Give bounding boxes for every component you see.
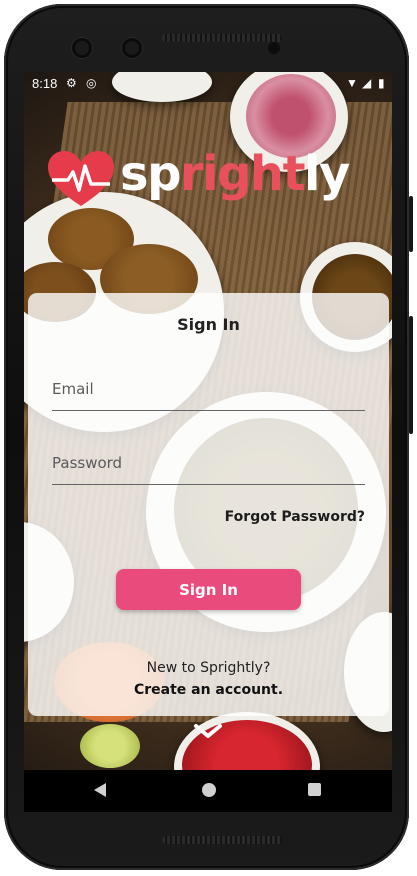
sign-in-card: Sign In Forgot Password? Sign In New to … [28, 293, 389, 716]
email-field [52, 370, 365, 411]
password-input[interactable] [52, 444, 365, 482]
logo-wordmark: sprightly [120, 146, 350, 202]
logo-part-a: sp [120, 146, 181, 202]
back-icon[interactable] [94, 783, 106, 797]
wifi-icon: ▼ [346, 76, 358, 90]
lime [80, 724, 140, 768]
chevron-down-icon[interactable] [192, 722, 224, 742]
data-saver-icon: ◎ [86, 76, 97, 90]
bottom-speaker [162, 836, 282, 844]
proximity-sensor [268, 42, 280, 54]
new-user-text: New to Sprightly? [146, 660, 271, 676]
logo-part-b: right [179, 146, 306, 202]
sign-in-title: Sign In [177, 315, 240, 334]
sign-in-button[interactable]: Sign In [116, 569, 301, 610]
app-logo: sprightly [46, 146, 376, 210]
email-input[interactable] [52, 370, 365, 408]
front-camera-right [122, 38, 142, 58]
app-screen: 8:18 ⚙ ◎ ▼ ◢ ▮ sprightly Sign In Forgot … [24, 72, 392, 812]
front-camera-left [72, 38, 92, 58]
system-nav-bar [24, 770, 392, 812]
recents-icon[interactable] [308, 783, 321, 796]
top-speaker [162, 34, 282, 42]
heart-pulse-icon [48, 151, 114, 206]
power-button [409, 196, 413, 252]
create-account-link[interactable]: Create an account. [28, 682, 389, 698]
status-bar: 8:18 ⚙ ◎ ▼ ◢ ▮ [24, 72, 392, 96]
forgot-password-link[interactable]: Forgot Password? [225, 509, 365, 525]
logo-part-c: l [304, 146, 320, 202]
battery-icon: ▮ [378, 76, 385, 90]
status-time: 8:18 [32, 76, 58, 91]
signal-icon: ◢ [362, 76, 372, 90]
home-icon[interactable] [202, 783, 216, 797]
gear-icon: ⚙ [66, 76, 77, 90]
password-field [52, 444, 365, 485]
logo-part-d: y [319, 146, 350, 202]
volume-button [409, 316, 413, 434]
